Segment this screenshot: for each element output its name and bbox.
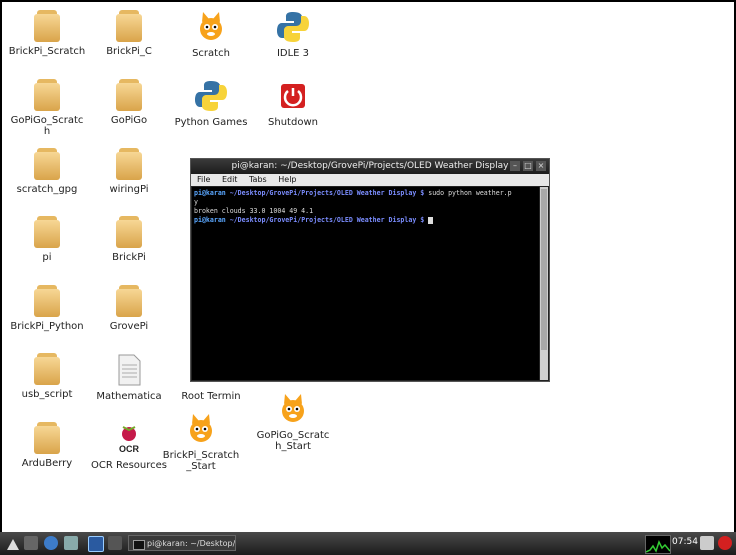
terminal-scrollbar[interactable] — [540, 187, 548, 380]
python-icon — [250, 10, 336, 44]
desktop-icon-label: GoPiGo_Scratc h — [10, 115, 84, 137]
menu-edit[interactable]: Edit — [222, 175, 238, 184]
folder-icon — [4, 216, 90, 248]
folder-icon — [86, 10, 172, 42]
python-icon — [168, 79, 254, 113]
desktop-icon-label: pi — [42, 252, 52, 263]
desktop-icon-brickpi-scratch[interactable]: BrickPi_Scratch — [4, 10, 90, 57]
maximize-button[interactable]: □ — [523, 161, 533, 171]
terminal-output[interactable]: pi@karan ~/Desktop/GrovePi/Projects/OLED… — [192, 187, 539, 380]
folder-icon — [86, 285, 172, 317]
terminal-line: broken clouds 33.0 1004 49 4.1 — [194, 207, 314, 215]
taskbar-task-label: pi@karan: ~/Desktop/G... — [147, 539, 236, 548]
document-icon — [86, 353, 172, 387]
menu-file[interactable]: File — [197, 175, 210, 184]
desktop-icon-label: GoPiGo — [110, 115, 148, 126]
desktop-icon-brickpi-python[interactable]: BrickPi_Python — [4, 285, 90, 332]
terminal-title: pi@karan: ~/Desktop/GrovePi/Projects/OLE… — [231, 161, 509, 171]
folder-icon — [86, 216, 172, 248]
terminal-window[interactable]: pi@karan: ~/Desktop/GrovePi/Projects/OLE… — [190, 158, 550, 382]
menu-launcher-icon[interactable] — [6, 536, 20, 550]
desktop-icon-gopigo[interactable]: GoPiGo — [86, 79, 172, 126]
desktop-icon-label: BrickPi_C — [106, 46, 152, 57]
terminal-line: y — [194, 198, 198, 206]
desktop-icon-scratch[interactable]: Scratch — [168, 10, 254, 59]
workspace-icon[interactable] — [108, 536, 122, 550]
terminal-menubar: File Edit Tabs Help — [191, 174, 549, 186]
desktop-switch-icon[interactable] — [88, 536, 104, 552]
desktop-icon-label: BrickPi_Python — [10, 321, 84, 332]
svg-text:OCR: OCR — [119, 444, 140, 454]
terminal-line: pi@karan ~/Desktop/GrovePi/Projects/OLED… — [194, 189, 537, 198]
desktop-icon-label: IDLE 3 — [276, 48, 310, 59]
folder-icon — [86, 148, 172, 180]
desktop-icon-scratch-gpg[interactable]: scratch_gpg — [4, 148, 90, 195]
text-cursor — [428, 216, 434, 224]
terminal-mini-icon — [133, 540, 145, 550]
command-text: sudo python weather.p — [424, 189, 512, 197]
folder-icon — [4, 148, 90, 180]
terminal-titlebar[interactable]: pi@karan: ~/Desktop/GrovePi/Projects/OLE… — [191, 159, 549, 174]
desktop-icon-arduberry[interactable]: ArduBerry — [4, 422, 90, 469]
scratch-cat-icon — [158, 412, 244, 446]
folder-icon — [4, 285, 90, 317]
desktop-icon-brickpi-c[interactable]: BrickPi_C — [86, 10, 172, 57]
desktop-icon-label: Root Termin — [181, 391, 241, 402]
terminal-launcher-icon[interactable] — [24, 536, 38, 550]
folder-icon — [4, 79, 90, 111]
scrollbar-thumb[interactable] — [541, 189, 547, 350]
close-button[interactable]: × — [536, 161, 546, 171]
desktop-icon-label: GrovePi — [109, 321, 149, 332]
desktop-icon-pi[interactable]: pi — [4, 216, 90, 263]
folder-icon — [4, 10, 90, 42]
desktop-icon-label: wiringPi — [109, 184, 149, 195]
folder-icon — [4, 422, 90, 454]
logout-icon[interactable] — [718, 536, 732, 550]
terminal-line: pi@karan ~/Desktop/GrovePi/Projects/OLED… — [194, 216, 537, 225]
minimize-button[interactable]: – — [510, 161, 520, 171]
taskbar: pi@karan: ~/Desktop/G... 07:54 — [0, 532, 736, 555]
desktop-icon-gopigo-scratch[interactable]: GoPiGo_Scratc h — [4, 79, 90, 137]
clock[interactable]: 07:54 — [672, 537, 698, 547]
cpu-monitor — [645, 535, 671, 554]
desktop-icon-grovepi[interactable]: GrovePi — [86, 285, 172, 332]
desktop-icon-label: Mathematica — [96, 391, 162, 402]
desktop-icon-gopigo-scratch-start[interactable]: GoPiGo_Scratc h_Start — [250, 392, 336, 452]
desktop: BrickPi_Scratch BrickPi_C Scratch IDLE 3 GoP… — [2, 2, 734, 532]
taskbar-task-terminal[interactable]: pi@karan: ~/Desktop/G... — [128, 535, 236, 551]
desktop-icon-label: BrickPi — [112, 252, 146, 263]
desktop-icon-label: Shutdown — [268, 117, 318, 128]
prompt-path: ~/Desktop/GrovePi/Projects/OLED Weather … — [225, 189, 425, 197]
desktop-icon-mathematica[interactable]: Mathematica — [86, 353, 172, 402]
desktop-icon-label: ArduBerry — [21, 458, 73, 469]
desktop-icon-idle-3[interactable]: IDLE 3 — [250, 10, 336, 59]
prompt-path: ~/Desktop/GrovePi/Projects/OLED Weather … — [225, 216, 425, 224]
prompt-user: pi@karan — [194, 216, 226, 224]
menu-tabs[interactable]: Tabs — [249, 175, 267, 184]
desktop-icon-label: Scratch — [192, 48, 230, 59]
folder-icon — [86, 79, 172, 111]
desktop-icon-label: BrickPi_Scratch — [8, 46, 86, 57]
file-manager-icon[interactable] — [64, 536, 78, 550]
prompt-user: pi@karan — [194, 189, 226, 197]
desktop-icon-label: GoPiGo_Scratc h_Start — [256, 430, 330, 452]
browser-icon[interactable] — [44, 536, 58, 550]
power-icon — [250, 79, 336, 113]
scratch-cat-icon — [168, 10, 254, 44]
desktop-icon-label: BrickPi_Scratch _Start — [162, 450, 240, 472]
desktop-icon-brickpi-scratch-start[interactable]: BrickPi_Scratch _Start — [158, 412, 244, 472]
desktop-icon-label: scratch_gpg — [16, 184, 78, 195]
desktop-icon-usb-script[interactable]: usb_script — [4, 353, 90, 400]
screen-lock-icon[interactable] — [700, 536, 714, 550]
desktop-icon-shutdown[interactable]: Shutdown — [250, 79, 336, 128]
desktop-icon-python-games[interactable]: Python Games — [168, 79, 254, 128]
desktop-icon-wiringpi[interactable]: wiringPi — [86, 148, 172, 195]
scratch-cat-icon — [250, 392, 336, 426]
desktop-icon-label: usb_script — [21, 389, 73, 400]
desktop-icon-label: Python Games — [174, 117, 248, 128]
desktop-icon-brickpi[interactable]: BrickPi — [86, 216, 172, 263]
menu-help[interactable]: Help — [278, 175, 296, 184]
folder-icon — [4, 353, 90, 385]
